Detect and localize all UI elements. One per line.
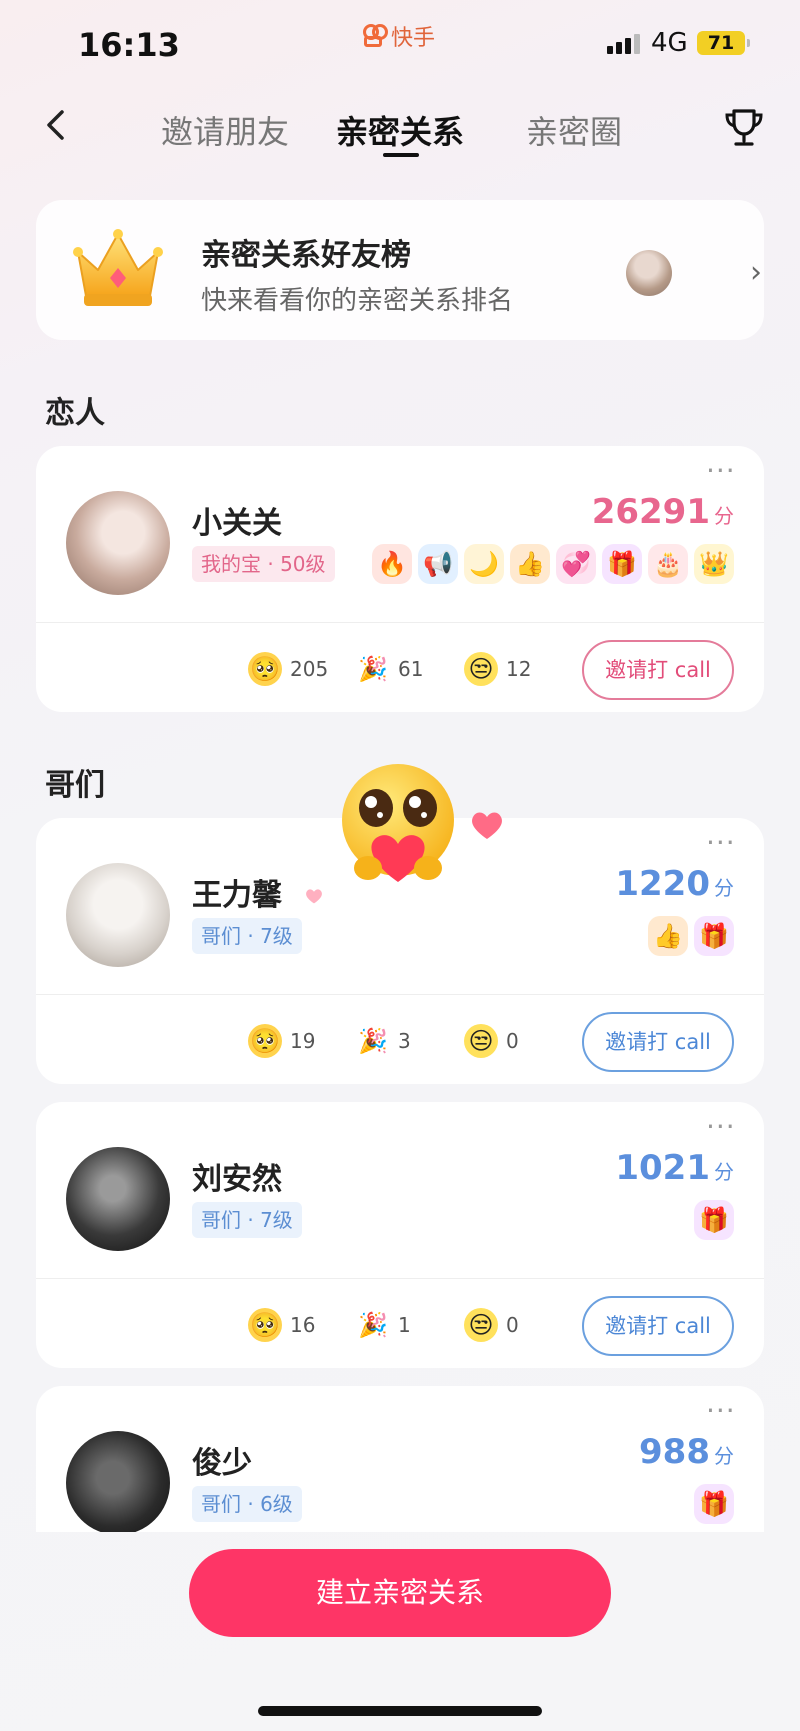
ranking-banner[interactable]: 亲密关系好友榜 快来看看你的亲密关系排名 › [36, 200, 764, 340]
party-popper-icon: 🎉 [358, 1027, 388, 1055]
signal-icon [607, 34, 640, 54]
tab-intimate-circle[interactable]: 亲密圈 [526, 107, 622, 153]
more-options-icon[interactable]: ··· [706, 826, 736, 859]
home-indicator[interactable] [258, 1706, 542, 1716]
moon-badge-icon[interactable]: 🌙 [464, 544, 504, 584]
invite-call-button[interactable]: 邀请打 call [582, 640, 734, 700]
intimacy-score: 1220 分 [615, 864, 734, 904]
section-title-buddies: 哥们 [45, 768, 105, 803]
carrier-label: 快手 [363, 20, 435, 52]
party-stat[interactable]: 🎉 61 [356, 652, 464, 686]
hug-emoji-icon: 🥺 [248, 1308, 282, 1342]
intimacy-score: 988 分 [639, 1432, 734, 1472]
tab-active-indicator [383, 153, 419, 157]
trophy-icon[interactable] [722, 105, 766, 149]
lemon-stat[interactable]: 😒 12 [464, 652, 572, 686]
more-options-icon[interactable]: ··· [706, 454, 736, 487]
ranking-subtitle: 快来看看你的亲密关系排名 [201, 286, 514, 316]
lemon-face-icon: 😒 [464, 1024, 498, 1058]
intimacy-score: 26291 分 [591, 492, 734, 532]
relation-tag: 哥们 · 7级 [192, 918, 302, 954]
gift-badge-icon[interactable]: 🎁 [602, 544, 642, 584]
create-relation-button[interactable]: 建立亲密关系 [189, 1549, 611, 1637]
relation-tag: 我的宝 · 50级 [192, 546, 335, 582]
ranking-title: 亲密关系好友榜 [201, 238, 411, 273]
divider [36, 994, 764, 995]
hug-stat[interactable]: 🥺 205 [248, 652, 356, 686]
badge-row: 🔥 📢 🌙 👍 💞 🎁 🎂 👑 [372, 544, 734, 584]
friend-name: 俊少 [192, 1446, 252, 1481]
intimacy-score: 1021 分 [615, 1148, 734, 1188]
reaction-stats: 🥺 19 🎉 3 😒 0 [248, 1024, 572, 1058]
crown-icon [73, 229, 163, 306]
reaction-stats: 🥺 16 🎉 1 😒 0 [248, 1308, 572, 1342]
hug-stat[interactable]: 🥺 16 [248, 1308, 356, 1342]
lemon-face-icon: 😒 [464, 652, 498, 686]
thumbs-up-badge-icon[interactable]: 👍 [648, 916, 688, 956]
heart-icon [472, 812, 502, 839]
invite-call-button[interactable]: 邀请打 call [582, 1296, 734, 1356]
chevron-right-icon: › [750, 255, 762, 290]
lemon-stat[interactable]: 😒 0 [464, 1024, 572, 1058]
lemon-stat[interactable]: 😒 0 [464, 1308, 572, 1342]
relation-tag: 哥们 · 7级 [192, 1202, 302, 1238]
more-options-icon[interactable]: ··· [706, 1394, 736, 1427]
thumbs-up-badge-icon[interactable]: 👍 [510, 544, 550, 584]
chevron-left-icon[interactable] [40, 107, 76, 143]
gift-badge-icon[interactable]: 🎁 [694, 916, 734, 956]
lemon-face-icon: 😒 [464, 1308, 498, 1342]
avatar [66, 491, 170, 595]
status-time: 16:13 [78, 26, 180, 64]
badge-row: 👍 🎁 [648, 916, 734, 956]
divider [36, 1278, 764, 1279]
hearts-badge-icon[interactable]: 💞 [556, 544, 596, 584]
status-bar: 16:13 快手 4G 71 [0, 0, 800, 90]
avatar [626, 250, 672, 296]
gift-badge-icon[interactable]: 🎁 [694, 1200, 734, 1240]
battery-indicator: 71 [697, 31, 750, 55]
tab-intimate-relations[interactable]: 亲密关系 [336, 107, 464, 153]
friend-card[interactable]: ··· 刘安然 哥们 · 7级 1021 分 🎁 🥺 16 🎉 1 😒 0 邀请打 ca… [36, 1102, 764, 1368]
reaction-stats: 🥺 205 🎉 61 😒 12 [248, 652, 572, 686]
party-popper-icon: 🎉 [358, 1311, 388, 1339]
heart-icon [306, 889, 322, 904]
kuaishou-logo-icon [363, 24, 388, 48]
cake-badge-icon[interactable]: 🎂 [648, 544, 688, 584]
party-stat[interactable]: 🎉 1 [356, 1308, 464, 1342]
invite-call-button[interactable]: 邀请打 call [582, 1012, 734, 1072]
party-stat[interactable]: 🎉 3 [356, 1024, 464, 1058]
badge-row: 🎁 [694, 1484, 734, 1524]
network-type: 4G [651, 28, 688, 58]
relation-tag: 哥们 · 6级 [192, 1486, 302, 1522]
friend-name: 刘安然 [192, 1162, 282, 1197]
avatar [66, 1147, 170, 1251]
hug-emoji-icon: 🥺 [248, 652, 282, 686]
friend-name: 王力馨 [192, 878, 282, 913]
section-title-lovers: 恋人 [45, 396, 105, 431]
party-popper-icon: 🎉 [358, 655, 388, 683]
top-nav: 邀请朋友 亲密关系 亲密圈 [0, 95, 800, 165]
avatar [66, 863, 170, 967]
hug-emoji-icon: 🥺 [248, 1024, 282, 1058]
friend-card[interactable]: ··· 俊少 哥们 · 6级 988 分 🎁 [36, 1386, 764, 1532]
gift-badge-icon[interactable]: 🎁 [694, 1484, 734, 1524]
badge-row: 🎁 [694, 1200, 734, 1240]
avatar [66, 1431, 170, 1532]
crown-badge-icon[interactable]: 👑 [694, 544, 734, 584]
fire-badge-icon[interactable]: 🔥 [372, 544, 412, 584]
hug-heart-emoji-icon [342, 764, 454, 882]
more-options-icon[interactable]: ··· [706, 1110, 736, 1143]
tab-invite-friends[interactable]: 邀请朋友 [161, 107, 289, 153]
friend-name: 小关关 [192, 506, 282, 541]
divider [36, 622, 764, 623]
megaphone-badge-icon[interactable]: 📢 [418, 544, 458, 584]
friend-card[interactable]: ··· 小关关 我的宝 · 50级 26291 分 🔥 📢 🌙 👍 💞 🎁 🎂 👑… [36, 446, 764, 712]
hug-stat[interactable]: 🥺 19 [248, 1024, 356, 1058]
